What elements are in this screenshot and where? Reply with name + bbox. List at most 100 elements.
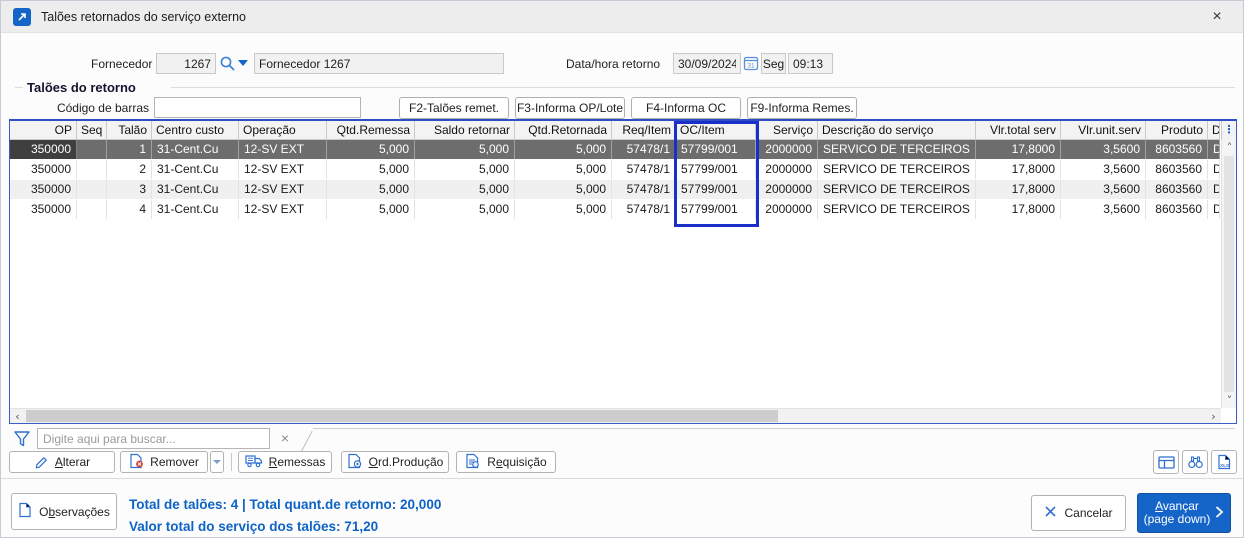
grid-cell[interactable]: 8603560 bbox=[1146, 140, 1208, 159]
f9-informa-remes-button[interactable]: F9-Informa Remes. bbox=[747, 97, 857, 119]
grid-cell[interactable]: 5,000 bbox=[515, 200, 612, 219]
grid-cell[interactable]: 3,5600 bbox=[1061, 180, 1146, 199]
f3-informa-op-lote-button[interactable]: F3-Informa OP/Lote bbox=[515, 97, 625, 119]
grid-cell[interactable]: 5,000 bbox=[327, 180, 415, 199]
grid-cell[interactable]: 5,000 bbox=[515, 160, 612, 179]
observacoes-button[interactable]: Observações bbox=[11, 493, 117, 530]
remover-dropdown-icon[interactable] bbox=[210, 451, 224, 473]
grid-cell[interactable]: 3 bbox=[107, 180, 152, 199]
grid-cell[interactable]: 12-SV EXT bbox=[239, 180, 327, 199]
close-icon[interactable]: × bbox=[1205, 6, 1229, 28]
search-icon[interactable] bbox=[219, 55, 236, 72]
column-header-tal-o[interactable]: Talão bbox=[107, 121, 152, 139]
grid-cell[interactable]: 3,5600 bbox=[1061, 140, 1146, 159]
horizontal-scroll-thumb[interactable] bbox=[26, 410, 778, 422]
grid-cell[interactable]: 31-Cent.Cu bbox=[152, 140, 239, 159]
grid-cell[interactable]: 3,5600 bbox=[1061, 160, 1146, 179]
ord-producao-button[interactable]: Ord.Produção bbox=[341, 451, 449, 473]
table-row[interactable]: 350000 1 31-Cent.Cu 12-SV EXT 5,000 5,000 5,00… bbox=[10, 140, 1220, 160]
grid-cell[interactable]: 2000000 bbox=[756, 140, 818, 159]
grid-cell[interactable]: 57799/001 bbox=[676, 160, 756, 179]
grid-cell[interactable]: 350000 bbox=[10, 200, 77, 219]
grid-cell[interactable]: 57478/1 bbox=[612, 180, 676, 199]
vertical-scroll-thumb[interactable] bbox=[1224, 156, 1234, 392]
grid-cell[interactable]: 350000 bbox=[10, 160, 77, 179]
grid-cell[interactable]: 57478/1 bbox=[612, 160, 676, 179]
cancelar-button[interactable]: Cancelar bbox=[1031, 495, 1126, 531]
f2-taloes-remet-button[interactable]: F2-Talões remet. bbox=[399, 97, 509, 119]
grid-cell[interactable]: 2000000 bbox=[756, 180, 818, 199]
grid-cell[interactable]: D bbox=[1208, 160, 1220, 179]
scroll-right-icon[interactable]: › bbox=[1206, 409, 1221, 423]
grid-cell[interactable]: 350000 bbox=[10, 140, 77, 159]
grid-cell[interactable]: 57799/001 bbox=[676, 200, 756, 219]
barcode-input[interactable] bbox=[154, 97, 361, 118]
export-xls-icon[interactable]: XLS bbox=[1211, 450, 1237, 474]
column-header-centro-custo[interactable]: Centro custo bbox=[152, 121, 239, 139]
table-row[interactable]: 350000 4 31-Cent.Cu 12-SV EXT 5,000 5,000 5,00… bbox=[10, 200, 1220, 220]
grid-cell[interactable]: 5,000 bbox=[327, 140, 415, 159]
column-header-qtd-remessa[interactable]: Qtd.Remessa bbox=[327, 121, 415, 139]
grid-cell[interactable]: 8603560 bbox=[1146, 160, 1208, 179]
grid-cell[interactable]: SERVICO DE TERCEIROS bbox=[818, 180, 976, 199]
return-time-field[interactable] bbox=[788, 53, 833, 74]
grid-cell[interactable]: D bbox=[1208, 200, 1220, 219]
grid-cell[interactable] bbox=[77, 140, 107, 159]
table-row[interactable]: 350000 2 31-Cent.Cu 12-SV EXT 5,000 5,000 5,00… bbox=[10, 160, 1220, 180]
clear-filter-icon[interactable]: × bbox=[277, 429, 293, 447]
grid-cell[interactable]: 12-SV EXT bbox=[239, 160, 327, 179]
grid-cell[interactable]: 12-SV EXT bbox=[239, 200, 327, 219]
column-header-qtd-retornada[interactable]: Qtd.Retornada bbox=[515, 121, 612, 139]
grid-cell[interactable]: 8603560 bbox=[1146, 200, 1208, 219]
calendar-icon[interactable]: 31 bbox=[743, 55, 759, 71]
grid-cell[interactable] bbox=[77, 200, 107, 219]
grid-cell[interactable]: 31-Cent.Cu bbox=[152, 160, 239, 179]
column-header-oc-item[interactable]: OC/Item bbox=[676, 121, 756, 139]
grid-cell[interactable]: 2 bbox=[107, 160, 152, 179]
vertical-scrollbar[interactable]: ˄ ˅ bbox=[1221, 140, 1236, 408]
grid-cell[interactable]: 17,8000 bbox=[976, 140, 1061, 159]
scroll-down-icon[interactable]: ˅ bbox=[1222, 393, 1237, 408]
grid-cell[interactable]: 5,000 bbox=[327, 160, 415, 179]
grid-cell[interactable]: D bbox=[1208, 140, 1220, 159]
return-date-field[interactable] bbox=[673, 53, 741, 74]
avancar-button[interactable]: Avançar (page down) bbox=[1137, 493, 1231, 533]
grid-cell[interactable]: 5,000 bbox=[327, 200, 415, 219]
scroll-left-icon[interactable]: ‹ bbox=[10, 409, 25, 423]
column-header-op[interactable]: OP bbox=[10, 121, 77, 139]
grid-cell[interactable]: 4 bbox=[107, 200, 152, 219]
scroll-up-icon[interactable]: ˄ bbox=[1222, 140, 1237, 155]
column-header-req-item[interactable]: Req/Item bbox=[612, 121, 676, 139]
binoculars-icon[interactable] bbox=[1182, 450, 1208, 474]
grid-cell[interactable]: SERVICO DE TERCEIROS bbox=[818, 200, 976, 219]
filter-funnel-icon[interactable] bbox=[13, 430, 31, 448]
grid-cell[interactable]: 2000000 bbox=[756, 160, 818, 179]
grid-cell[interactable]: 1 bbox=[107, 140, 152, 159]
grid-cell[interactable] bbox=[77, 160, 107, 179]
column-header-servi-o[interactable]: Serviço bbox=[756, 121, 818, 139]
grid-cell[interactable]: 57478/1 bbox=[612, 200, 676, 219]
grid-cell[interactable]: 5,000 bbox=[515, 140, 612, 159]
remessas-button[interactable]: Remessas bbox=[238, 451, 332, 473]
column-header-vlr-total-serv[interactable]: Vlr.total serv bbox=[976, 121, 1061, 139]
column-header-d[interactable]: D bbox=[1208, 121, 1220, 139]
f4-informa-oc-button[interactable]: F4-Informa OC bbox=[631, 97, 741, 119]
grid-cell[interactable]: 5,000 bbox=[415, 180, 515, 199]
column-header-produto[interactable]: Produto bbox=[1146, 121, 1208, 139]
grid-cell[interactable]: 350000 bbox=[10, 180, 77, 199]
table-row[interactable]: 350000 3 31-Cent.Cu 12-SV EXT 5,000 5,000 5,00… bbox=[10, 180, 1220, 200]
grid-cell[interactable]: 5,000 bbox=[515, 180, 612, 199]
grid-cell[interactable]: 17,8000 bbox=[976, 160, 1061, 179]
grid-cell[interactable]: 17,8000 bbox=[976, 200, 1061, 219]
grid-cell[interactable]: 3,5600 bbox=[1061, 200, 1146, 219]
grid-cell[interactable]: 17,8000 bbox=[976, 180, 1061, 199]
grid-cell[interactable]: 5,000 bbox=[415, 160, 515, 179]
alterar-button[interactable]: Alterar bbox=[9, 451, 115, 473]
horizontal-scrollbar[interactable]: ‹ › bbox=[10, 408, 1221, 423]
column-header-opera-o[interactable]: Operação bbox=[239, 121, 327, 139]
grid-cell[interactable]: 2000000 bbox=[756, 200, 818, 219]
grid-cell[interactable]: 8603560 bbox=[1146, 180, 1208, 199]
grid-cell[interactable]: 31-Cent.Cu bbox=[152, 180, 239, 199]
grid-cell[interactable]: SERVICO DE TERCEIROS bbox=[818, 160, 976, 179]
column-header-seq[interactable]: Seq bbox=[77, 121, 107, 139]
